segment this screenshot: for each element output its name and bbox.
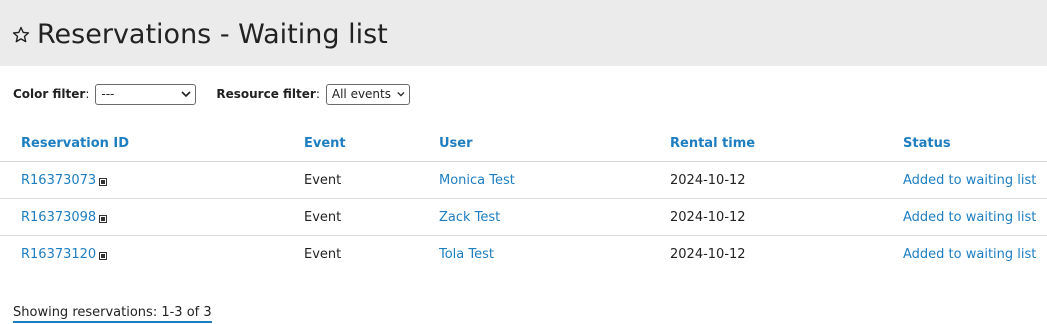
- popup-icon[interactable]: [99, 214, 108, 223]
- event-cell: Event: [304, 247, 342, 262]
- column-header-user[interactable]: User: [439, 126, 473, 161]
- reservation-id-link[interactable]: R16373073: [21, 173, 96, 188]
- user-link[interactable]: Zack Test: [439, 199, 500, 235]
- color-filter-select[interactable]: ---: [95, 83, 197, 105]
- table-row: R16373098 Event Zack Test 2024-10-12 Add…: [0, 199, 1047, 236]
- page-header: Reservations - Waiting list: [0, 0, 1047, 66]
- status-link[interactable]: Added to waiting list: [903, 162, 1036, 198]
- event-cell: Event: [304, 209, 342, 225]
- table-header: Reservation ID Event User Rental time St…: [0, 126, 1047, 162]
- status-link[interactable]: Added to waiting list: [903, 199, 1036, 235]
- rental-time-cell: 2024-10-12: [670, 172, 746, 188]
- resource-filter-label: Resource filter: [216, 87, 316, 101]
- column-header-reservation-id[interactable]: Reservation ID: [21, 126, 129, 161]
- popup-icon[interactable]: [99, 177, 108, 186]
- rental-time-cell: 2024-10-12: [670, 209, 746, 225]
- chevron-down-icon: [397, 91, 405, 97]
- resource-filter-value: All events: [331, 87, 391, 101]
- reservations-table: Reservation ID Event User Rental time St…: [0, 126, 1047, 273]
- rental-time-cell: 2024-10-12: [670, 247, 746, 262]
- event-cell: Event: [304, 172, 342, 188]
- color-filter-label: Color filter: [13, 87, 86, 101]
- column-header-event[interactable]: Event: [304, 126, 346, 161]
- table-row: R16373120 Event Tola Test 2024-10-12 Add…: [0, 236, 1047, 273]
- column-header-rental-time[interactable]: Rental time: [670, 126, 755, 161]
- resource-filter-select[interactable]: All events: [325, 83, 410, 105]
- status-link[interactable]: Added to waiting list: [903, 236, 1036, 273]
- user-link[interactable]: Monica Test: [439, 162, 515, 198]
- pagination-summary: Showing reservations: 1-3 of 3: [13, 305, 212, 323]
- reservation-id-link[interactable]: R16373098: [21, 210, 96, 225]
- chevron-down-icon: [181, 91, 191, 98]
- table-row: R16373073 Event Monica Test 2024-10-12 A…: [0, 162, 1047, 199]
- page-title: Reservations - Waiting list: [37, 19, 388, 50]
- column-header-status[interactable]: Status: [903, 126, 951, 161]
- star-outline-icon[interactable]: [11, 25, 31, 45]
- popup-icon[interactable]: [99, 252, 108, 260]
- filter-bar: Color filter: --- Resource filter: All e…: [13, 83, 410, 105]
- reservation-id-link[interactable]: R16373120: [21, 247, 96, 262]
- user-link[interactable]: Tola Test: [439, 236, 494, 273]
- color-filter-value: ---: [101, 87, 115, 101]
